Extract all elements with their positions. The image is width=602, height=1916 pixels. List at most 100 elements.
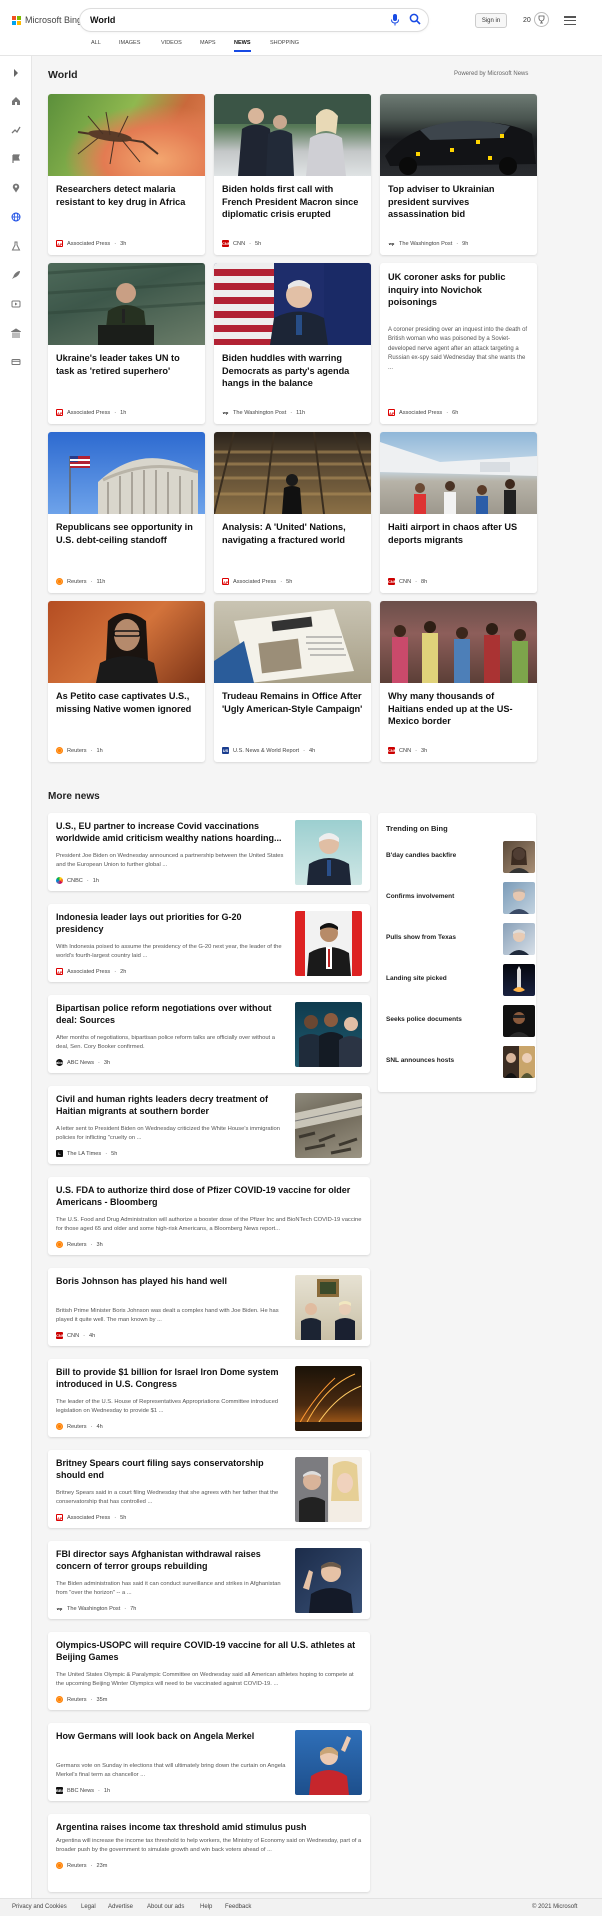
search-icon[interactable] — [409, 13, 421, 25]
trending-item[interactable]: Seeks police documents — [386, 1005, 535, 1039]
hamburger-icon[interactable] — [564, 16, 576, 25]
news-row[interactable]: Olympics-USOPC will require COVID-19 vac… — [48, 1632, 370, 1710]
rocket-icon[interactable] — [11, 270, 21, 280]
microsoft-logo-icon — [12, 15, 21, 25]
footer-link-privacy[interactable]: Privacy and Cookies — [12, 1904, 67, 1910]
news-card[interactable]: Why many thousands of Haitians ended up … — [380, 601, 537, 762]
flag-icon[interactable] — [11, 154, 21, 164]
trending-item[interactable]: SNL announces hosts — [386, 1046, 535, 1080]
card-title[interactable]: UK coroner asks for public inquiry into … — [388, 271, 532, 309]
news-card[interactable]: Researchers detect malaria resistant to … — [48, 94, 205, 255]
trending-icon[interactable] — [11, 125, 21, 135]
politics-icon[interactable] — [11, 328, 21, 338]
footer-link-feedback[interactable]: Feedback — [225, 1904, 251, 1910]
footer-link-legal[interactable]: Legal — [81, 1904, 96, 1910]
row-title[interactable]: Olympics-USOPC will require COVID-19 vac… — [56, 1639, 362, 1664]
globe-icon[interactable] — [11, 212, 21, 222]
row-title[interactable]: Bill to provide $1 billion for Israel Ir… — [56, 1366, 286, 1391]
row-title[interactable]: U.S., EU partner to increase Covid vacci… — [56, 820, 286, 845]
trending-item[interactable]: B'day candles backfire — [386, 841, 535, 875]
trending-item[interactable]: Landing site picked — [386, 964, 535, 998]
cnn-logo-icon: CNN — [222, 240, 229, 247]
more-news-title: More news — [48, 791, 100, 802]
news-card[interactable]: Biden holds first call with French Presi… — [214, 94, 371, 255]
news-row[interactable]: U.S., EU partner to increase Covid vacci… — [48, 813, 370, 891]
sign-in-button[interactable]: Sign in — [475, 13, 507, 28]
news-row[interactable]: Indonesia leader lays out priorities for… — [48, 904, 370, 982]
card-title[interactable]: Top adviser to Ukrainian president survi… — [388, 183, 532, 221]
search-input[interactable] — [90, 13, 380, 27]
news-card[interactable]: Trudeau Remains in Office After 'Ugly Am… — [214, 601, 371, 762]
haiti-airport-photo — [380, 432, 537, 514]
row-title[interactable]: FBI director says Afghanistan withdrawal… — [56, 1548, 286, 1573]
row-title[interactable]: Boris Johnson has played his hand well — [56, 1275, 286, 1287]
entertainment-icon[interactable] — [11, 299, 21, 309]
card-title[interactable]: Why many thousands of Haitians ended up … — [388, 690, 532, 728]
news-card[interactable]: Biden huddles with warring Democrats as … — [214, 263, 371, 424]
row-snippet: The United States Olympic & Paralympic C… — [56, 1672, 354, 1688]
card-title[interactable]: Researchers detect malaria resistant to … — [56, 183, 200, 208]
news-card[interactable]: UK coroner asks for public inquiry into … — [380, 263, 537, 424]
news-row[interactable]: How Germans will look back on Angela Mer… — [48, 1723, 370, 1801]
home-icon[interactable] — [11, 96, 21, 106]
card-source: wp The Washington Post · 11h — [222, 409, 306, 416]
news-row[interactable]: Boris Johnson has played his hand well B… — [48, 1268, 370, 1346]
news-card[interactable]: Top adviser to Ukrainian president survi… — [380, 94, 537, 255]
row-title[interactable]: Bipartisan police reform negotiations ov… — [56, 1002, 286, 1027]
news-card[interactable]: Analysis: A 'United' Nations, navigating… — [214, 432, 371, 593]
card-title[interactable]: Biden holds first call with French Presi… — [222, 183, 366, 221]
bing-logo[interactable]: Microsoft Bing — [12, 15, 82, 25]
footer-link-advertise[interactable]: Advertise — [108, 1904, 133, 1910]
tab-videos[interactable]: VIDEOS — [161, 40, 182, 46]
news-card[interactable]: Republicans see opportunity in U.S. debt… — [48, 432, 205, 593]
news-card[interactable]: As Petito case captivates U.S., missing … — [48, 601, 205, 762]
card-title[interactable]: Haiti airport in chaos after US deports … — [388, 521, 532, 546]
news-row[interactable]: Britney Spears court filing says conserv… — [48, 1450, 370, 1528]
tab-news[interactable]: NEWS — [234, 40, 251, 52]
card-title[interactable]: As Petito case captivates U.S., missing … — [56, 690, 200, 715]
row-title[interactable]: Civil and human rights leaders decry tre… — [56, 1093, 286, 1118]
news-row[interactable]: FBI director says Afghanistan withdrawal… — [48, 1541, 370, 1619]
zelensky-un-photo — [48, 263, 205, 345]
row-source: Reuters · 35m — [56, 1696, 107, 1703]
row-title[interactable]: Britney Spears court filing says conserv… — [56, 1457, 286, 1482]
news-card[interactable]: Haiti airport in chaos after US deports … — [380, 432, 537, 593]
expand-icon[interactable] — [11, 68, 21, 78]
abc-news-logo-icon: abc — [56, 1059, 63, 1066]
tab-maps[interactable]: MAPS — [200, 40, 216, 46]
row-snippet: Argentina will increase the income tax t… — [56, 1838, 362, 1854]
money-icon[interactable] — [11, 357, 21, 367]
reuters-logo-icon — [56, 1241, 63, 1248]
science-icon[interactable] — [11, 241, 21, 251]
news-row[interactable]: Bipartisan police reform negotiations ov… — [48, 995, 370, 1073]
footer-link-about-ads[interactable]: About our ads — [147, 1904, 184, 1910]
microphone-icon[interactable] — [390, 14, 400, 26]
tab-shopping[interactable]: SHOPPING — [270, 40, 299, 46]
row-title[interactable]: How Germans will look back on Angela Mer… — [56, 1730, 286, 1742]
news-row[interactable]: Civil and human rights leaders decry tre… — [48, 1086, 370, 1164]
news-row[interactable]: U.S. FDA to authorize third dose of Pfiz… — [48, 1177, 370, 1255]
trending-item[interactable]: Confirms involvement — [386, 882, 535, 916]
mosquito-photo — [48, 94, 205, 176]
row-title[interactable]: Argentina raises income tax threshold am… — [56, 1821, 362, 1833]
rewards-trophy-icon[interactable] — [534, 12, 549, 27]
card-title[interactable]: Trudeau Remains in Office After 'Ugly Am… — [222, 690, 366, 715]
card-title[interactable]: Analysis: A 'United' Nations, navigating… — [222, 521, 366, 546]
news-card[interactable]: Ukraine's leader takes UN to task as 're… — [48, 263, 205, 424]
row-title[interactable]: U.S. FDA to authorize third dose of Pfiz… — [56, 1184, 362, 1209]
trending-item[interactable]: Pulls show from Texas — [386, 923, 535, 957]
card-title[interactable]: Biden huddles with warring Democrats as … — [222, 352, 366, 390]
location-icon[interactable] — [11, 183, 21, 193]
ap-logo-icon: AP — [56, 240, 63, 247]
britney-father-thumbnail — [295, 1457, 362, 1522]
rewards-count[interactable]: 20 — [523, 17, 531, 24]
news-row[interactable]: Bill to provide $1 billion for Israel Ir… — [48, 1359, 370, 1437]
card-title[interactable]: Republicans see opportunity in U.S. debt… — [56, 521, 200, 546]
row-source: L The LA Times · 5h — [56, 1150, 117, 1157]
tab-images[interactable]: IMAGES — [119, 40, 140, 46]
tab-all[interactable]: ALL — [91, 40, 101, 46]
card-title[interactable]: Ukraine's leader takes UN to task as 're… — [56, 352, 200, 377]
row-title[interactable]: Indonesia leader lays out priorities for… — [56, 911, 286, 936]
news-row[interactable]: Argentina raises income tax threshold am… — [48, 1814, 370, 1892]
footer-link-help[interactable]: Help — [200, 1904, 212, 1910]
